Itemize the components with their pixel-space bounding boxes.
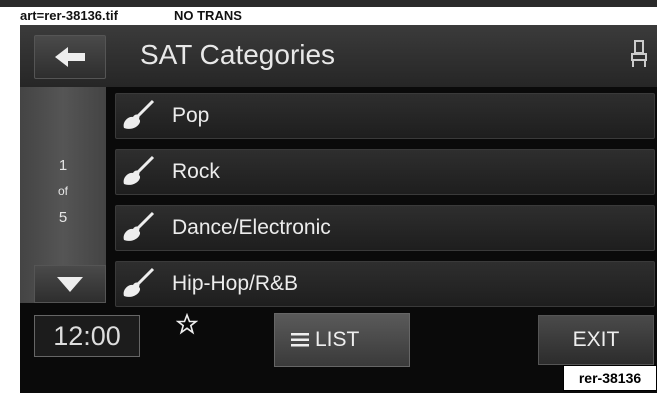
scroll-down-button[interactable] [34, 265, 106, 303]
guitar-icon [123, 99, 155, 129]
list-item-label: Pop [172, 104, 210, 127]
star-icon[interactable] [176, 313, 198, 335]
exit-button[interactable]: EXIT [538, 315, 654, 365]
list-item-label: Rock [172, 160, 220, 183]
list-button[interactable]: LIST [274, 313, 410, 367]
guitar-icon [123, 155, 155, 185]
seat-icon [631, 40, 647, 67]
list-button-label: LIST [315, 328, 360, 351]
triangle-down-icon [57, 277, 83, 292]
list-icon [291, 333, 309, 347]
top-bar [0, 0, 657, 7]
bottom-bar: 12:00 LIST EXIT [20, 313, 657, 367]
back-arrow-icon [55, 47, 85, 67]
list-item-label: Hip-Hop/R&B [172, 272, 299, 295]
art-label: art=rer-38136.tif [20, 8, 118, 23]
page-title: SAT Categories [140, 39, 336, 70]
radio-screen: SAT Categories 1 of 5 Pop Rock Dance/Ele… [20, 25, 657, 393]
list-item[interactable]: Hip-Hop/R&B [115, 261, 655, 307]
page-of: of [57, 184, 68, 198]
list-item[interactable]: Pop [115, 93, 655, 139]
list-item[interactable]: Rock [115, 149, 655, 195]
header-bar: SAT Categories [20, 25, 657, 87]
guitar-icon [123, 267, 155, 297]
page-current: 1 [58, 157, 68, 174]
list-item-label: Dance/Electronic [172, 216, 331, 239]
clock-display[interactable]: 12:00 [34, 315, 140, 357]
back-button[interactable] [34, 35, 106, 79]
trans-label: NO TRANS [174, 8, 242, 23]
reference-tag: rer-38136 [563, 365, 657, 391]
page-total: 5 [58, 209, 68, 226]
list-item[interactable]: Dance/Electronic [115, 205, 655, 251]
guitar-icon [123, 211, 155, 241]
